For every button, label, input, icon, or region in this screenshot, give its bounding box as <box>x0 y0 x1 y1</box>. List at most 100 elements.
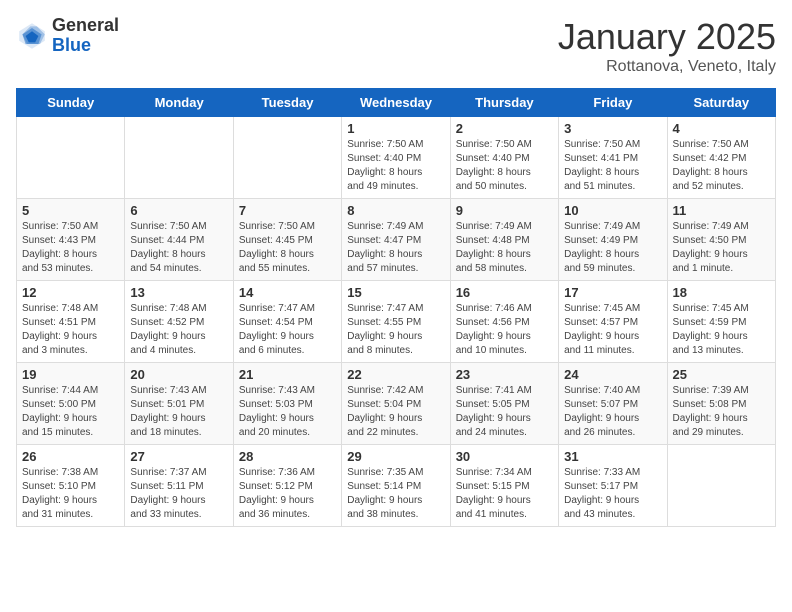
calendar-day-3: 3Sunrise: 7:50 AMSunset: 4:41 PMDaylight… <box>559 117 667 199</box>
day-info: Sunrise: 7:36 AMSunset: 5:12 PMDaylight:… <box>239 466 336 522</box>
day-info: Sunrise: 7:46 AMSunset: 4:56 PMDaylight:… <box>456 302 553 358</box>
calendar-day-12: 12Sunrise: 7:48 AMSunset: 4:51 PMDayligh… <box>17 281 125 363</box>
calendar-day-23: 23 Sunrise: 7:41 AMSunset: 5:05 PMDayligh… <box>450 363 558 445</box>
day-info: Sunrise: 7:38 AMSunset: 5:10 PMDaylight:… <box>22 466 119 522</box>
weekday-header-saturday: Saturday <box>667 89 775 117</box>
day-info: Sunrise: 7:50 AMSunset: 4:44 PMDaylight:… <box>130 220 227 276</box>
day-number: 25 <box>673 367 770 382</box>
day-info: Sunrise: 7:48 AMSunset: 4:51 PMDaylight:… <box>22 302 119 358</box>
calendar-week-4: 19Sunrise: 7:44 AMSunset: 5:00 PMDayligh… <box>17 363 776 445</box>
day-info: Sunrise: 7:49 AMSunset: 4:49 PMDaylight:… <box>564 220 661 276</box>
calendar-week-2: 5Sunrise: 7:50 AMSunset: 4:43 PMDaylight… <box>17 199 776 281</box>
day-number: 2 <box>456 121 553 136</box>
page-header: General Blue January 2025 Rottanova, Ven… <box>16 16 776 76</box>
day-number: 30 <box>456 449 553 464</box>
empty-cell <box>17 117 125 199</box>
logo-text: General Blue <box>52 16 119 56</box>
empty-cell <box>125 117 233 199</box>
calendar-day-21: 21 Sunrise: 7:43 AMSunset: 5:03 PMDayligh… <box>233 363 341 445</box>
day-info: Sunrise: 7:50 AMSunset: 4:41 PMDaylight:… <box>564 138 661 194</box>
empty-cell <box>667 445 775 527</box>
calendar-day-10: 10 Sunrise: 7:49 AMSunset: 4:49 PMDayligh… <box>559 199 667 281</box>
day-info: Sunrise: 7:35 AMSunset: 5:14 PMDaylight:… <box>347 466 444 522</box>
day-info: Sunrise: 7:43 AMSunset: 5:01 PMDaylight:… <box>130 384 227 440</box>
day-number: 20 <box>130 367 227 382</box>
calendar-week-5: 26 Sunrise: 7:38 AMSunset: 5:10 PMDayligh… <box>17 445 776 527</box>
calendar-location: Rottanova, Veneto, Italy <box>558 58 776 76</box>
day-number: 24 <box>564 367 661 382</box>
calendar-day-19: 19Sunrise: 7:44 AMSunset: 5:00 PMDayligh… <box>17 363 125 445</box>
weekday-header-wednesday: Wednesday <box>342 89 450 117</box>
day-number: 22 <box>347 367 444 382</box>
day-number: 8 <box>347 203 444 218</box>
day-info: Sunrise: 7:49 AMSunset: 4:50 PMDaylight:… <box>673 220 770 276</box>
day-number: 16 <box>456 285 553 300</box>
weekday-header-tuesday: Tuesday <box>233 89 341 117</box>
calendar-day-4: 4Sunrise: 7:50 AMSunset: 4:42 PMDaylight… <box>667 117 775 199</box>
day-info: Sunrise: 7:42 AMSunset: 5:04 PMDaylight:… <box>347 384 444 440</box>
day-info: Sunrise: 7:41 AMSunset: 5:05 PMDaylight:… <box>456 384 553 440</box>
calendar-day-29: 29 Sunrise: 7:35 AMSunset: 5:14 PMDayligh… <box>342 445 450 527</box>
logo: General Blue <box>16 16 119 56</box>
calendar-day-1: 1 Sunrise: 7:50 AMSunset: 4:40 PMDaylight… <box>342 117 450 199</box>
day-number: 9 <box>456 203 553 218</box>
calendar-day-15: 15Sunrise: 7:47 AMSunset: 4:55 PMDayligh… <box>342 281 450 363</box>
calendar-day-26: 26 Sunrise: 7:38 AMSunset: 5:10 PMDayligh… <box>17 445 125 527</box>
logo-blue-text: Blue <box>52 36 119 56</box>
day-info: Sunrise: 7:50 AMSunset: 4:45 PMDaylight:… <box>239 220 336 276</box>
logo-icon <box>16 20 48 52</box>
day-info: Sunrise: 7:50 AMSunset: 4:40 PMDaylight:… <box>347 138 444 194</box>
day-number: 21 <box>239 367 336 382</box>
day-number: 17 <box>564 285 661 300</box>
day-info: Sunrise: 7:47 AMSunset: 4:54 PMDaylight:… <box>239 302 336 358</box>
day-info: Sunrise: 7:50 AMSunset: 4:42 PMDaylight:… <box>673 138 770 194</box>
calendar-table: SundayMondayTuesdayWednesdayThursdayFrid… <box>16 88 776 527</box>
day-info: Sunrise: 7:40 AMSunset: 5:07 PMDaylight:… <box>564 384 661 440</box>
day-number: 1 <box>347 121 444 136</box>
calendar-day-2: 2Sunrise: 7:50 AMSunset: 4:40 PMDaylight… <box>450 117 558 199</box>
calendar-day-25: 25 Sunrise: 7:39 AMSunset: 5:08 PMDayligh… <box>667 363 775 445</box>
day-number: 31 <box>564 449 661 464</box>
day-number: 19 <box>22 367 119 382</box>
day-number: 23 <box>456 367 553 382</box>
calendar-day-24: 24 Sunrise: 7:40 AMSunset: 5:07 PMDayligh… <box>559 363 667 445</box>
day-number: 14 <box>239 285 336 300</box>
day-info: Sunrise: 7:39 AMSunset: 5:08 PMDaylight:… <box>673 384 770 440</box>
calendar-day-9: 9Sunrise: 7:49 AMSunset: 4:48 PMDaylight… <box>450 199 558 281</box>
calendar-day-28: 28 Sunrise: 7:36 AMSunset: 5:12 PMDayligh… <box>233 445 341 527</box>
calendar-day-6: 6Sunrise: 7:50 AMSunset: 4:44 PMDaylight… <box>125 199 233 281</box>
day-info: Sunrise: 7:33 AMSunset: 5:17 PMDaylight:… <box>564 466 661 522</box>
day-number: 28 <box>239 449 336 464</box>
day-number: 27 <box>130 449 227 464</box>
weekday-header-sunday: Sunday <box>17 89 125 117</box>
calendar-day-13: 13 Sunrise: 7:48 AMSunset: 4:52 PMDayligh… <box>125 281 233 363</box>
calendar-day-14: 14 Sunrise: 7:47 AMSunset: 4:54 PMDayligh… <box>233 281 341 363</box>
weekday-header-monday: Monday <box>125 89 233 117</box>
day-number: 10 <box>564 203 661 218</box>
calendar-header-row: SundayMondayTuesdayWednesdayThursdayFrid… <box>17 89 776 117</box>
calendar-day-20: 20 Sunrise: 7:43 AMSunset: 5:01 PMDayligh… <box>125 363 233 445</box>
day-info: Sunrise: 7:48 AMSunset: 4:52 PMDaylight:… <box>130 302 227 358</box>
day-info: Sunrise: 7:49 AMSunset: 4:47 PMDaylight:… <box>347 220 444 276</box>
day-info: Sunrise: 7:45 AMSunset: 4:57 PMDaylight:… <box>564 302 661 358</box>
calendar-day-11: 11Sunrise: 7:49 AMSunset: 4:50 PMDayligh… <box>667 199 775 281</box>
calendar-day-17: 17 Sunrise: 7:45 AMSunset: 4:57 PMDayligh… <box>559 281 667 363</box>
day-number: 26 <box>22 449 119 464</box>
calendar-day-18: 18Sunrise: 7:45 AMSunset: 4:59 PMDayligh… <box>667 281 775 363</box>
day-number: 15 <box>347 285 444 300</box>
empty-cell <box>233 117 341 199</box>
day-number: 13 <box>130 285 227 300</box>
day-number: 7 <box>239 203 336 218</box>
day-info: Sunrise: 7:43 AMSunset: 5:03 PMDaylight:… <box>239 384 336 440</box>
day-number: 5 <box>22 203 119 218</box>
calendar-day-27: 27Sunrise: 7:37 AMSunset: 5:11 PMDayligh… <box>125 445 233 527</box>
day-number: 29 <box>347 449 444 464</box>
calendar-day-7: 7 Sunrise: 7:50 AMSunset: 4:45 PMDaylight… <box>233 199 341 281</box>
day-number: 18 <box>673 285 770 300</box>
calendar-title: January 2025 <box>558 16 776 58</box>
title-block: January 2025 Rottanova, Veneto, Italy <box>558 16 776 76</box>
logo-general-text: General <box>52 16 119 36</box>
calendar-day-30: 30Sunrise: 7:34 AMSunset: 5:15 PMDayligh… <box>450 445 558 527</box>
calendar-day-5: 5Sunrise: 7:50 AMSunset: 4:43 PMDaylight… <box>17 199 125 281</box>
weekday-header-friday: Friday <box>559 89 667 117</box>
